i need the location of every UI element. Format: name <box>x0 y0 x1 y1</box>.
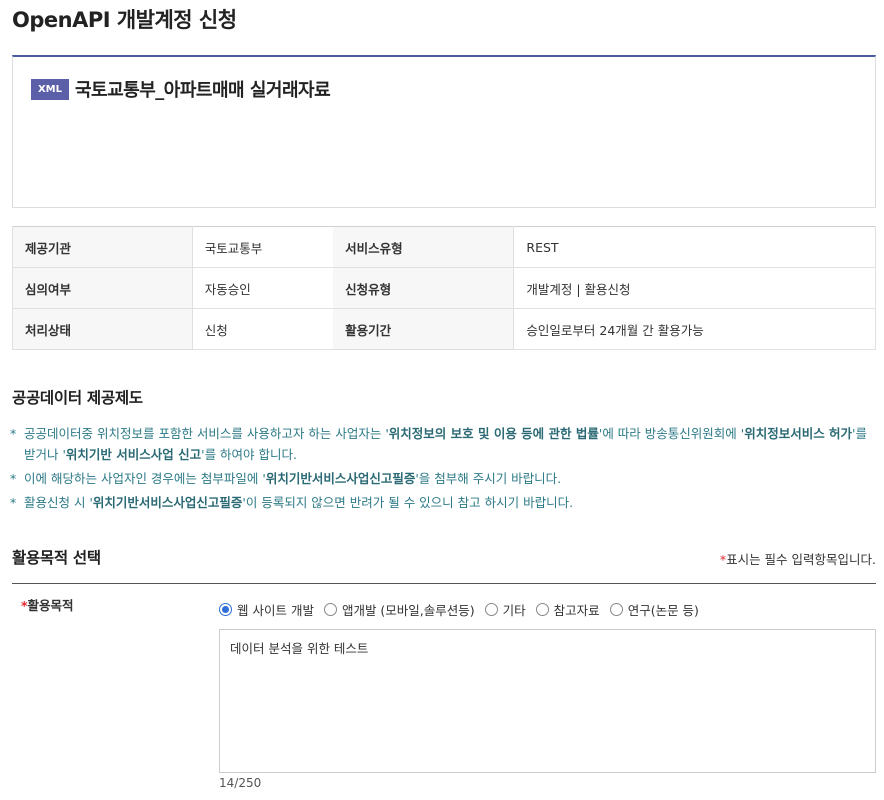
page-title: OpenAPI 개발계정 신청 <box>12 8 237 32</box>
notice-item: * 이에 해당하는 사업자인 경우에는 첨부파일에 '위치기반서비스사업신고필증… <box>10 468 876 489</box>
notice-bullet: * <box>10 495 17 510</box>
purpose-radio-group: 웹 사이트 개발 앱개발 (모바일,솔루션등) 기타 참고자료 연구(논문 등) <box>219 600 709 619</box>
form-divider <box>12 583 876 584</box>
radio-button[interactable] <box>609 603 623 616</box>
info-value: 개발계정 | 활용신청 <box>513 267 876 309</box>
notice-emphasis: 위치기반서비스사업신고필증 <box>92 495 243 510</box>
table-row: 제공기관 국토교통부 서비스유형 REST <box>12 226 876 268</box>
service-info-table: 제공기관 국토교통부 서비스유형 REST 심의여부 자동승인 신청유형 개발계… <box>12 226 876 350</box>
notice-bullet: * <box>10 471 17 486</box>
purpose-section-title: 활용목적 선택 <box>12 549 101 567</box>
purpose-label-text: 활용목적 <box>27 598 74 613</box>
info-label: 제공기관 <box>12 226 193 268</box>
notice-text: 공공데이터중 위치정보를 포함한 서비스를 사용하고자 하는 사업자는 ' <box>24 426 389 441</box>
info-label: 신청유형 <box>333 267 514 309</box>
info-label: 처리상태 <box>12 308 193 350</box>
notice-emphasis: 위치정보의 보호 및 이용 등에 관한 법률 <box>388 426 599 441</box>
radio-option-reference[interactable]: 참고자료 <box>535 600 600 619</box>
radio-button[interactable] <box>219 603 232 616</box>
notice-item: * 공공데이터중 위치정보를 포함한 서비스를 사용하고자 하는 사업자는 '위… <box>10 423 876 465</box>
info-label: 심의여부 <box>12 267 193 309</box>
required-note: *표시는 필수 입력항목입니다. <box>720 549 876 568</box>
info-label: 서비스유형 <box>333 226 514 268</box>
info-value: 신청 <box>191 308 334 350</box>
radio-label: 웹 사이트 개발 <box>237 603 314 618</box>
notice-text: 이에 해당하는 사업자인 경우에는 첨부파일에 ' <box>24 471 266 486</box>
radio-label: 참고자료 <box>553 603 600 618</box>
notice-emphasis: 위치기반서비스사업신고필증 <box>265 471 416 486</box>
notice-text: '에 따라 방송통신위원회에 ' <box>598 426 745 441</box>
notice-text: '을 첨부해 주시기 바랍니다. <box>415 471 562 486</box>
format-badge: XML <box>31 79 69 100</box>
radio-button[interactable] <box>484 603 498 616</box>
notice-item: * 활용신청 시 '위치기반서비스사업신고필증'이 등록되지 않으면 반려가 될… <box>10 492 876 513</box>
service-header-box: XML 국토교통부_아파트매매 실거래자료 <box>12 55 876 208</box>
notice-text: '를 하여야 합니다. <box>201 447 297 462</box>
info-label: 활용기간 <box>333 308 514 350</box>
char-counter: 14/250 <box>219 776 262 790</box>
info-value: 국토교통부 <box>191 226 334 268</box>
notice-bullet: * <box>10 426 17 441</box>
policy-section-title: 공공데이터 제공제도 <box>12 389 143 407</box>
notice-emphasis: 위치정보서비스 허가 <box>744 426 853 441</box>
notice-text: 활용신청 시 ' <box>24 495 93 510</box>
purpose-textarea[interactable]: 데이터 분석을 위한 테스트 <box>219 629 876 773</box>
table-row: 심의여부 자동승인 신청유형 개발계정 | 활용신청 <box>12 267 876 309</box>
service-name: 국토교통부_아파트매매 실거래자료 <box>75 80 331 101</box>
required-note-text: 표시는 필수 입력항목입니다. <box>726 552 876 567</box>
radio-label: 앱개발 (모바일,솔루션등) <box>341 603 475 618</box>
purpose-field-label: *활용목적 <box>21 595 74 614</box>
notice-text: '이 등록되지 않으면 반려가 될 수 있으니 참고 하시기 바랍니다. <box>242 495 574 510</box>
radio-option-website[interactable]: 웹 사이트 개발 <box>219 600 314 619</box>
radio-option-research[interactable]: 연구(논문 등) <box>609 600 699 619</box>
table-row: 처리상태 신청 활용기간 승인일로부터 24개월 간 활용가능 <box>12 308 876 350</box>
radio-button[interactable] <box>535 603 549 616</box>
radio-button[interactable] <box>323 603 337 616</box>
info-value: 승인일로부터 24개월 간 활용가능 <box>513 308 876 350</box>
info-value: 자동승인 <box>191 267 334 309</box>
policy-notices: * 공공데이터중 위치정보를 포함한 서비스를 사용하고자 하는 사업자는 '위… <box>10 423 876 516</box>
radio-label: 기타 <box>502 603 526 618</box>
radio-option-app[interactable]: 앱개발 (모바일,솔루션등) <box>323 600 475 619</box>
radio-label: 연구(논문 등) <box>627 603 699 618</box>
info-value: REST <box>513 226 876 268</box>
notice-emphasis: 위치기반 서비스사업 신고 <box>65 447 202 462</box>
radio-option-other[interactable]: 기타 <box>484 600 526 619</box>
